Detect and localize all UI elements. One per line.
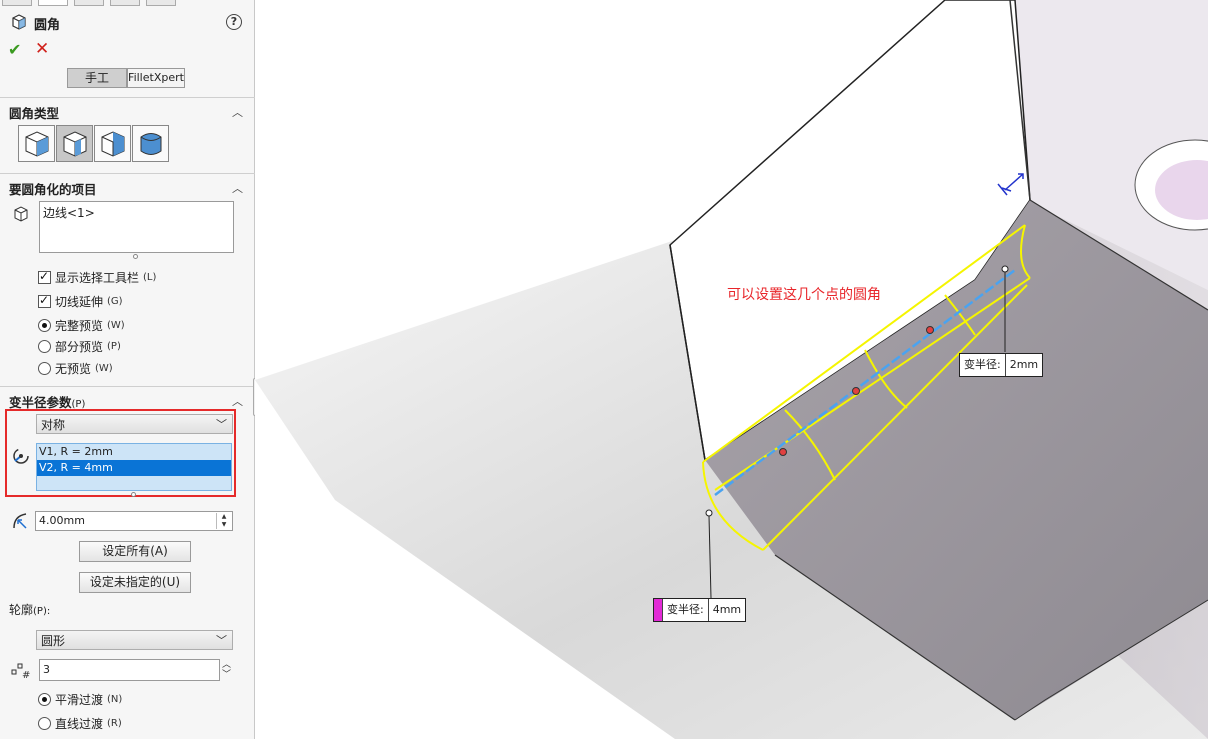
checkbox-tangent-propagation[interactable]: 切线延伸(G) [38,293,123,310]
vertex-radius-icon [13,448,29,464]
list-item-v2[interactable]: V2, R = 4mm [37,460,231,476]
full-round-fillet-icon [140,133,162,155]
radius-icon [13,513,27,529]
property-manager-panel: 圆角 ? ✔ ✕ 手工 FilletXpert 圆角类型 ︿ 要圆角化的项目 ︿… [0,0,255,739]
list-item-v1[interactable]: V1, R = 2mm [37,444,231,460]
fillet-type-face-button[interactable] [94,125,131,162]
help-icon[interactable]: ? [226,14,242,30]
instances-input[interactable]: 3 [39,659,220,681]
chevron-down-icon: ﹀ [216,418,227,431]
radio-straight-transition[interactable]: 直线过渡 (R) [38,715,122,732]
set-all-button[interactable]: 设定所有(A) [79,541,191,562]
divider [0,173,255,174]
spinner-arrows-icon[interactable]: ▲ ▼ [216,513,231,529]
callout-radius-v2[interactable]: 变半径: 4mm [653,598,747,622]
graphics-viewport[interactable]: 可以设置这几个点的圆角 变半径: 2mm 变半径: 4mm [255,0,1208,739]
radio-partial-preview[interactable]: 部分预览 (P) [38,338,121,355]
radio-button[interactable] [38,362,51,375]
tab-feature-manager[interactable] [2,0,32,6]
section-title-fillet-type: 圆角类型 [9,106,60,121]
tab-filletxpert[interactable]: FilletXpert [127,68,185,88]
divider [0,97,255,98]
page-title: 圆角 [34,18,61,33]
tab-manual[interactable]: 手工 [67,68,127,88]
panel-tabs[interactable] [0,0,255,6]
profile-select[interactable]: 圆形 ﹀ [36,630,233,650]
face-fillet-icon [101,131,125,157]
radio-full-preview[interactable]: 完整预览 (W) [38,317,125,334]
ok-checkmark-icon[interactable]: ✔ [8,40,21,59]
fillet-type-full-round-button[interactable] [132,125,169,162]
section-title-items: 要圆角化的项目 [9,182,97,197]
instances-icon: # [11,663,30,679]
radius-input[interactable]: 4.00mm ▲ ▼ [35,511,233,531]
collapse-chevron-icon[interactable]: ︿ [232,180,243,196]
collapse-chevron-icon[interactable]: ︿ [232,393,243,409]
spinner-arrows-icon[interactable]: ︿ ﹀ [222,660,231,680]
divider [0,386,255,387]
fillet-type-constant-button[interactable] [18,125,55,162]
callout-radius-v1[interactable]: 变半径: 2mm [959,353,1044,377]
resize-grip[interactable] [131,492,136,497]
tab-dimxpert[interactable] [110,0,140,6]
symmetry-select[interactable]: 对称 ﹀ [36,414,233,434]
tab-config-manager[interactable] [74,0,104,6]
chevron-down-icon: ﹀ [216,634,227,647]
cancel-x-icon[interactable]: ✕ [35,39,49,59]
fillet-feature-icon [12,14,26,30]
radio-button[interactable] [38,319,51,332]
tab-display-manager[interactable] [146,0,176,6]
radio-button[interactable] [38,340,51,353]
radio-button[interactable] [38,717,51,730]
checkbox[interactable] [38,269,51,284]
items-to-fillet-list[interactable]: 边线<1> [39,201,234,253]
tab-property-manager[interactable] [38,0,68,6]
edge-selection-icon [14,206,28,222]
vertex-list[interactable]: V1, R = 2mm V2, R = 4mm [36,443,232,491]
svg-text:#: # [22,670,30,679]
fillet-type-variable-button[interactable] [56,125,93,162]
variable-fillet-icon [63,131,87,157]
set-unassigned-button[interactable]: 设定未指定的(U) [79,572,191,593]
vertex-dot[interactable] [926,326,934,334]
radio-smooth-transition[interactable]: 平滑过渡 (N) [38,691,122,708]
constant-fillet-icon [25,131,49,157]
resize-grip[interactable] [133,254,138,259]
part-model-render [255,0,1208,739]
profile-label: 轮廓(P): [9,603,51,617]
checkbox[interactable] [38,293,51,308]
vertex-dot[interactable] [852,387,860,395]
vertex-endpoint[interactable] [705,509,713,517]
radio-button[interactable] [38,693,51,706]
annotation-text: 可以设置这几个点的圆角 [727,287,881,303]
radio-no-preview[interactable]: 无预览 (W) [38,360,113,377]
checkbox-show-selection-toolbar[interactable]: 显示选择工具栏(L) [38,269,156,286]
selection-marker [654,599,663,621]
vertex-endpoint[interactable] [1001,265,1009,273]
list-item[interactable]: 边线<1> [43,206,95,220]
collapse-chevron-icon[interactable]: ︿ [232,104,243,120]
vertex-dot[interactable] [779,448,787,456]
